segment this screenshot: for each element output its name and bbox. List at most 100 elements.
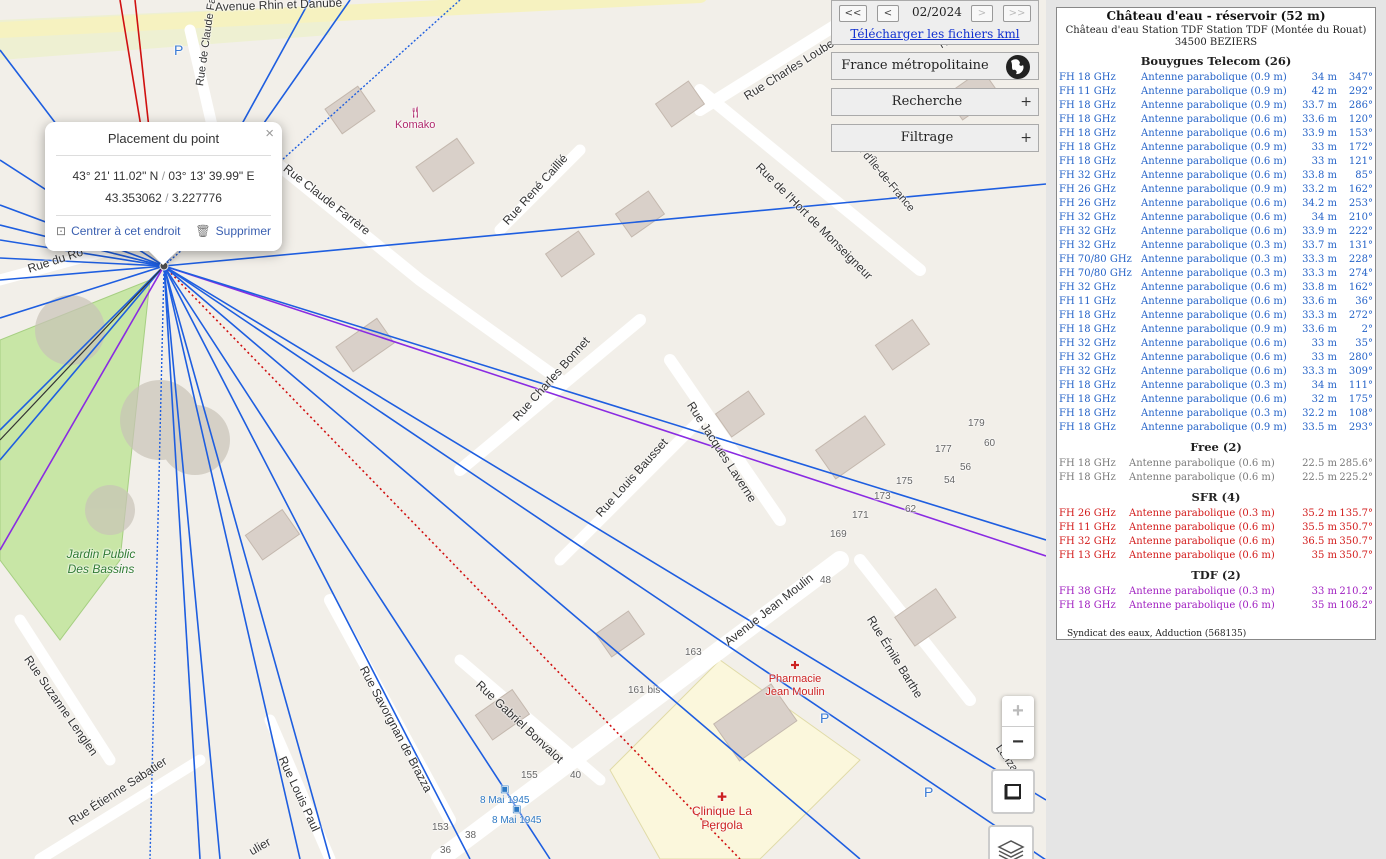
table-row: FH 32 GHz Antenne parabolique (0.6 m) 33.8… xyxy=(1058,281,1374,295)
delete-point-button[interactable]: 🗑︎ Supprimer xyxy=(195,224,271,238)
table-row: FH 18 GHz Antenne parabolique (0.6 m) 22.5… xyxy=(1058,471,1374,485)
height-cell: 35.2 m xyxy=(1302,508,1337,519)
frequency-cell: FH 26 GHz xyxy=(1059,508,1116,519)
operator-table: FH 26 GHz Antenne parabolique (0.3 m) 35.2… xyxy=(1058,507,1374,563)
measure-button[interactable] xyxy=(991,769,1035,814)
azimuth-cell: 350.7° xyxy=(1339,536,1373,547)
frequency-cell: FH 11 GHz xyxy=(1059,296,1116,307)
house-number: 175 xyxy=(896,476,913,487)
separator: / xyxy=(161,169,166,183)
azimuth-cell: 162° xyxy=(1348,282,1373,293)
height-cell: 33.5 m xyxy=(1302,422,1337,433)
table-row: FH 18 GHz Antenne parabolique (0.3 m) 32.2… xyxy=(1058,407,1374,421)
height-cell: 33.2 m xyxy=(1302,184,1337,195)
height-cell: 33.9 m xyxy=(1302,128,1337,139)
parking-icon: P xyxy=(174,42,184,58)
next-month-button[interactable]: > xyxy=(971,5,993,22)
azimuth-cell: 36° xyxy=(1355,296,1373,307)
filter-panel-toggle[interactable]: Filtrage + xyxy=(831,124,1039,152)
antenna-cell: Antenne parabolique (0.9 m) xyxy=(1141,142,1287,153)
azimuth-cell: 172° xyxy=(1348,142,1373,153)
azimuth-cell: 274° xyxy=(1348,268,1373,279)
region-selector[interactable]: France métropolitaine xyxy=(831,52,1039,80)
layers-button[interactable] xyxy=(988,825,1034,859)
antenna-cell: Antenne parabolique (0.6 m) xyxy=(1141,338,1287,349)
frequency-cell: FH 18 GHz xyxy=(1059,380,1116,391)
frequency-cell: FH 18 GHz xyxy=(1059,156,1116,167)
azimuth-cell: 175° xyxy=(1348,394,1373,405)
azimuth-cell: 85° xyxy=(1355,170,1373,181)
bus-icon: ▣ xyxy=(512,804,522,815)
height-cell: 33.6 m xyxy=(1302,114,1337,125)
popup-title: Placement du point xyxy=(56,131,271,156)
region-label: France métropolitaine xyxy=(841,58,989,73)
clinic-label: ✚ Clinique La Pergola xyxy=(691,790,753,832)
table-row: FH 32 GHz Antenne parabolique (0.6 m) 33.8… xyxy=(1058,169,1374,183)
frequency-cell: FH 13 GHz xyxy=(1059,550,1116,561)
first-month-button[interactable]: << xyxy=(839,5,867,22)
house-number: 179 xyxy=(968,418,985,429)
dms-latitude: 43° 21' 11.02" N xyxy=(72,169,159,183)
road-etienne-sabatier xyxy=(34,754,206,859)
azimuth-cell: 120° xyxy=(1348,114,1373,125)
antenna-cell: Antenne parabolique (0.3 m) xyxy=(1141,268,1287,279)
house-number: 169 xyxy=(830,529,847,540)
frequency-cell: FH 26 GHz xyxy=(1059,184,1116,195)
table-row: FH 32 GHz Antenne parabolique (0.6 m) 33.9… xyxy=(1058,225,1374,239)
table-row: FH 70/80 GHz Antenne parabolique (0.3 m) 3… xyxy=(1058,267,1374,281)
height-cell: 42 m xyxy=(1311,86,1337,97)
last-month-button[interactable]: >> xyxy=(1003,5,1031,22)
azimuth-cell: 285.6° xyxy=(1339,458,1373,469)
map-canvas[interactable]: Avenue Rhin et Danube Rue Charles Louben… xyxy=(0,0,1046,859)
operator-table: FH 38 GHz Antenne parabolique (0.3 m) 33 m… xyxy=(1058,585,1374,613)
search-label: Recherche xyxy=(891,94,963,109)
house-number: 62 xyxy=(905,504,917,515)
frequency-cell: FH 18 GHz xyxy=(1059,114,1116,125)
antenna-cell: Antenne parabolique (0.6 m) xyxy=(1141,394,1287,405)
pharmacy-label: ✚ Pharmacie Jean Moulin xyxy=(760,660,830,699)
antenna-cell: Antenne parabolique (0.6 m) xyxy=(1141,296,1287,307)
center-here-button[interactable]: ⊡ Centrer à cet endroit xyxy=(56,224,180,238)
zoom-out-button[interactable]: − xyxy=(1002,727,1034,758)
antenna-cell: Antenne parabolique (0.6 m) xyxy=(1129,522,1275,533)
azimuth-cell: 210° xyxy=(1348,212,1373,223)
antenna-cell: Antenne parabolique (0.6 m) xyxy=(1129,472,1275,483)
frequency-cell: FH 32 GHz xyxy=(1059,170,1116,181)
download-kml-link[interactable]: Télécharger les fichiers kml xyxy=(832,27,1038,41)
park-label: Jardin Public Des Bassins xyxy=(66,547,136,576)
height-cell: 34 m xyxy=(1311,212,1337,223)
azimuth-cell: 228° xyxy=(1348,254,1373,265)
antenna-cell: Antenne parabolique (0.6 m) xyxy=(1141,128,1287,139)
height-cell: 33.7 m xyxy=(1302,100,1337,111)
crosshair-icon: ⊡ xyxy=(56,224,67,238)
house-number: 38 xyxy=(465,830,477,841)
frequency-cell: FH 32 GHz xyxy=(1059,366,1116,377)
height-cell: 33 m xyxy=(1311,352,1337,363)
height-cell: 32.2 m xyxy=(1302,408,1337,419)
frequency-cell: FH 70/80 GHz xyxy=(1059,268,1132,279)
hospital-icon: ✚ xyxy=(716,790,728,804)
site-info-panel: Château d'eau - réservoir (52 m) Château… xyxy=(1056,7,1376,640)
address-line: 34500 BEZIERS xyxy=(1174,37,1258,48)
azimuth-cell: 222° xyxy=(1348,226,1373,237)
previous-month-button[interactable]: < xyxy=(877,5,899,22)
antenna-cell: Antenne parabolique (0.3 m) xyxy=(1141,408,1287,419)
search-panel-toggle[interactable]: Recherche + xyxy=(831,88,1039,116)
decimal-latitude: 43.353062 xyxy=(105,191,162,205)
frequency-cell: FH 26 GHz xyxy=(1059,198,1116,209)
height-cell: 33.7 m xyxy=(1302,240,1337,251)
table-row: FH 18 GHz Antenne parabolique (0.9 m) 33.5… xyxy=(1058,421,1374,435)
azimuth-cell: 350.7° xyxy=(1339,550,1373,561)
height-cell: 33.3 m xyxy=(1302,310,1337,321)
height-cell: 35.5 m xyxy=(1302,522,1337,533)
trash-icon: 🗑︎ xyxy=(195,224,211,238)
zoom-in-button[interactable]: + xyxy=(1002,696,1034,727)
table-row: FH 32 GHz Antenne parabolique (0.6 m) 33 m… xyxy=(1058,337,1374,351)
antenna-cell: Antenne parabolique (0.6 m) xyxy=(1141,212,1287,223)
height-cell: 33.3 m xyxy=(1302,268,1337,279)
antenna-cell: Antenne parabolique (0.9 m) xyxy=(1141,422,1287,433)
table-row: FH 18 GHz Antenne parabolique (0.6 m) 33 m… xyxy=(1058,155,1374,169)
frequency-cell: FH 18 GHz xyxy=(1059,458,1116,469)
close-icon[interactable]: × xyxy=(265,125,274,142)
table-row: FH 18 GHz Antenne parabolique (0.6 m) 33.9… xyxy=(1058,127,1374,141)
